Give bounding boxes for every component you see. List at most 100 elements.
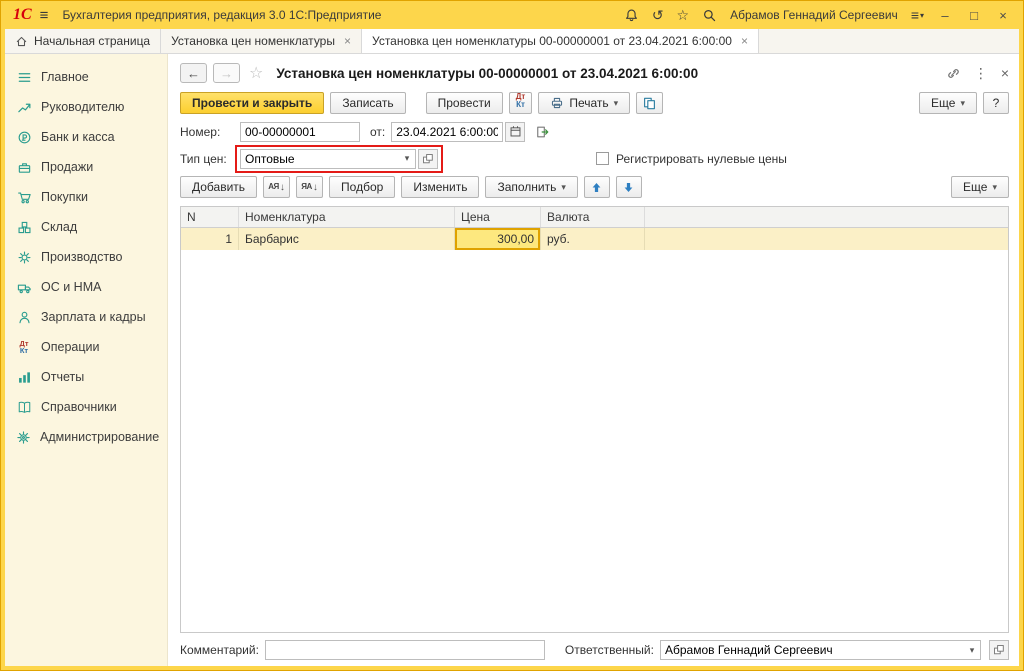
column-header-price[interactable]: Цена bbox=[455, 207, 541, 227]
sidebar-item-sales[interactable]: Продажи bbox=[5, 152, 167, 182]
search-icon[interactable] bbox=[702, 8, 717, 23]
register-zero-prices-label: Регистрировать нулевые цены bbox=[616, 152, 787, 166]
current-user[interactable]: Абрамов Геннадий Сергеевич bbox=[730, 8, 898, 22]
sidebar-item-warehouse[interactable]: Склад bbox=[5, 212, 167, 242]
sidebar-item-purchases[interactable]: Покупки bbox=[5, 182, 167, 212]
dropdown-icon[interactable]: ▾ bbox=[399, 153, 415, 164]
forward-button[interactable]: → bbox=[213, 63, 240, 83]
dropdown-caret-icon: ▾ bbox=[992, 182, 997, 193]
add-row-button[interactable]: Добавить bbox=[180, 176, 257, 198]
register-zero-prices-checkbox[interactable] bbox=[596, 152, 609, 165]
content-area: Начальная страница Установка цен номенкл… bbox=[5, 29, 1019, 666]
document-footer: Комментарий: Ответственный: ▾ bbox=[180, 633, 1009, 660]
comment-input[interactable] bbox=[265, 640, 545, 660]
sidebar-item-directories[interactable]: Справочники bbox=[5, 392, 167, 422]
history-icon[interactable]: ↺ bbox=[652, 7, 664, 24]
sidebar-item-label: Справочники bbox=[41, 400, 117, 414]
service-menu-lines: ≡ bbox=[911, 7, 919, 23]
sort-descending-button[interactable]: ЯА ↓ bbox=[296, 176, 323, 198]
sidebar-item-bank-cash[interactable]: Банк и касса bbox=[5, 122, 167, 152]
dropdown-caret-icon: ▾ bbox=[960, 98, 965, 109]
price-type-choose-button[interactable] bbox=[418, 149, 438, 169]
responsible-choose-button[interactable] bbox=[989, 640, 1009, 660]
dropdown-caret-icon: ▾ bbox=[614, 98, 619, 109]
form-more-button[interactable]: Еще ▾ bbox=[919, 92, 977, 114]
post-and-close-button[interactable]: Провести и закрыть bbox=[180, 92, 324, 114]
cell-price[interactable]: 300,00 bbox=[455, 228, 541, 250]
more-actions-icon[interactable]: ⋮ bbox=[974, 65, 988, 82]
pick-button[interactable]: Подбор bbox=[329, 176, 395, 198]
minimize-button[interactable]: – bbox=[937, 8, 953, 23]
tab-label: Установка цен номенклатуры 00-00000001 о… bbox=[372, 34, 732, 48]
price-type-label: Тип цен: bbox=[180, 152, 234, 166]
notifications-bell-icon[interactable] bbox=[624, 8, 639, 23]
table-row[interactable]: 1 Барбарис 300,00 руб. bbox=[181, 228, 1008, 250]
write-button[interactable]: Записать bbox=[330, 92, 405, 114]
tab-home[interactable]: Начальная страница bbox=[5, 29, 161, 53]
tab-price-setting-list[interactable]: Установка цен номенклатуры × bbox=[161, 29, 362, 53]
1c-logo: 1С bbox=[13, 6, 32, 24]
print-button[interactable]: Печать ▾ bbox=[538, 92, 630, 114]
sidebar-item-label: Производство bbox=[41, 250, 123, 264]
main-menu-icon[interactable]: ≡ bbox=[40, 7, 49, 24]
column-header-nomenclature[interactable]: Номенклатура bbox=[239, 207, 455, 227]
number-label: Номер: bbox=[180, 125, 234, 139]
admin-gear-icon bbox=[16, 430, 31, 445]
dropdown-icon[interactable]: ▾ bbox=[964, 645, 980, 656]
favorites-icon[interactable]: ☆ bbox=[677, 7, 690, 24]
sidebar-item-fixed-assets[interactable]: ОС и НМА bbox=[5, 272, 167, 302]
sidebar-item-payroll-hr[interactable]: Зарплата и кадры bbox=[5, 302, 167, 332]
sort-arrow-icon: ↓ bbox=[313, 182, 318, 193]
document-header: ← → ☆ Установка цен номенклатуры 00-0000… bbox=[180, 58, 1009, 88]
cell-row-number[interactable]: 1 bbox=[181, 228, 239, 250]
sidebar-item-operations[interactable]: ДтКт Операции bbox=[5, 332, 167, 362]
responsible-combo: ▾ bbox=[660, 640, 981, 660]
sales-briefcase-icon bbox=[16, 160, 32, 175]
sidebar-item-production[interactable]: Производство bbox=[5, 242, 167, 272]
help-button[interactable]: ? bbox=[983, 92, 1009, 114]
cell-nomenclature[interactable]: Барбарис bbox=[239, 228, 455, 250]
price-type-combo: ▾ bbox=[240, 149, 416, 169]
maximize-button[interactable]: □ bbox=[966, 8, 982, 23]
service-settings-icon[interactable]: ≡▾ bbox=[911, 7, 924, 23]
price-type-input[interactable] bbox=[241, 150, 399, 168]
sidebar-item-administration[interactable]: Администрирование bbox=[5, 422, 167, 452]
column-header-n[interactable]: N bbox=[181, 207, 239, 227]
app-title: Бухгалтерия предприятия, редакция 3.0 1С… bbox=[62, 8, 381, 22]
sidebar-item-reports[interactable]: Отчеты bbox=[5, 362, 167, 392]
number-input[interactable] bbox=[240, 122, 360, 142]
sidebar-item-label: Банк и касса bbox=[41, 130, 115, 144]
favorite-star-icon[interactable]: ☆ bbox=[249, 63, 263, 83]
move-down-button[interactable] bbox=[616, 176, 642, 198]
dtkt-postings-button[interactable]: ДтКт bbox=[509, 92, 533, 114]
column-header-currency[interactable]: Валюта bbox=[541, 207, 645, 227]
edit-button[interactable]: Изменить bbox=[401, 176, 479, 198]
sidebar-item-label: Отчеты bbox=[41, 370, 84, 384]
responsible-input[interactable] bbox=[661, 641, 964, 659]
get-link-icon[interactable] bbox=[946, 66, 961, 81]
close-tab-icon[interactable]: × bbox=[741, 34, 748, 48]
tab-price-setting-doc[interactable]: Установка цен номенклатуры 00-00000001 о… bbox=[362, 29, 759, 53]
open-register-icon[interactable] bbox=[533, 122, 553, 142]
close-tab-icon[interactable]: × bbox=[344, 34, 351, 48]
cell-currency[interactable]: руб. bbox=[541, 228, 645, 250]
sidebar-item-manager[interactable]: Руководителю bbox=[5, 92, 167, 122]
sort-ascending-button[interactable]: АЯ ↓ bbox=[263, 176, 290, 198]
book-icon bbox=[16, 400, 32, 415]
sidebar-item-label: Зарплата и кадры bbox=[41, 310, 146, 324]
shopping-cart-icon bbox=[16, 190, 32, 205]
date-input[interactable] bbox=[391, 122, 503, 142]
move-up-button[interactable] bbox=[584, 176, 610, 198]
sidebar-item-main[interactable]: Главное bbox=[5, 62, 167, 92]
titlebar: 1С ≡ Бухгалтерия предприятия, редакция 3… bbox=[5, 1, 1019, 29]
close-form-icon[interactable]: × bbox=[1001, 65, 1009, 81]
list-more-button[interactable]: Еще ▾ bbox=[951, 176, 1009, 198]
post-button[interactable]: Провести bbox=[426, 92, 503, 114]
fill-button[interactable]: Заполнить ▾ bbox=[485, 176, 577, 198]
back-button[interactable]: ← bbox=[180, 63, 207, 83]
document-form: ← → ☆ Установка цен номенклатуры 00-0000… bbox=[167, 54, 1019, 666]
table-empty-area[interactable] bbox=[181, 250, 1008, 632]
create-based-on-button[interactable] bbox=[636, 92, 663, 114]
calendar-button[interactable] bbox=[505, 122, 525, 142]
close-window-button[interactable]: × bbox=[995, 8, 1011, 23]
